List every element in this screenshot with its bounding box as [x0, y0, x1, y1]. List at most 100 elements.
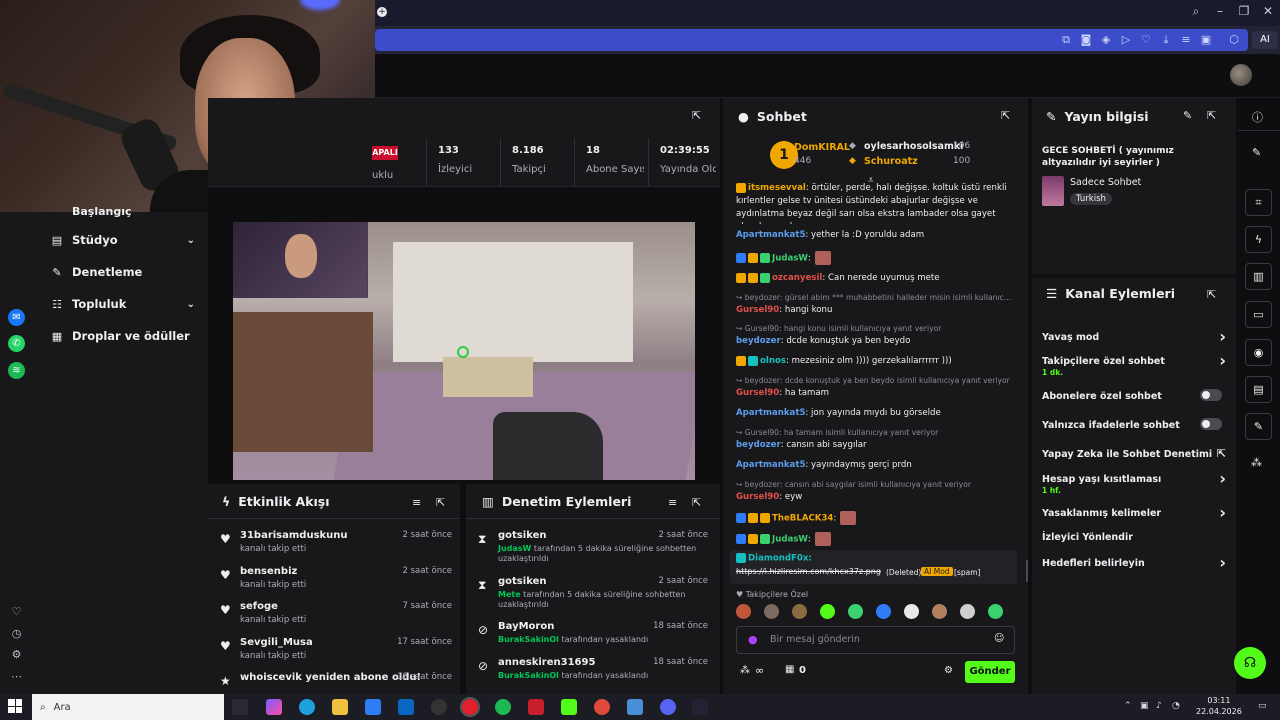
history-icon[interactable]: ◷: [9, 626, 24, 641]
action-row[interactable]: Yasaklanmış kelimeler ›: [1042, 503, 1226, 522]
task-view-icon[interactable]: [232, 699, 248, 715]
app-icon[interactable]: [692, 699, 708, 715]
leaderboard-user-3[interactable]: Schuroatz: [864, 156, 918, 167]
chat-username[interactable]: Gursel90: [736, 388, 779, 398]
leaderboard-user-2[interactable]: oylesarhosolsamki: [864, 141, 963, 152]
filter-icon[interactable]: ≡: [412, 496, 421, 509]
sidebar-item-home[interactable]: Başlangıç: [72, 205, 132, 218]
spotify-icon[interactable]: [495, 699, 511, 715]
whatsapp-icon[interactable]: ✆: [8, 335, 25, 352]
action-row[interactable]: Hedefleri belirleyin ›: [1042, 553, 1226, 572]
popout-icon[interactable]: ⇱: [692, 496, 701, 509]
clock[interactable]: 03:11 22.04.2026: [1196, 695, 1242, 717]
toggle-switch[interactable]: [1200, 389, 1222, 401]
tray-icon[interactable]: ▣: [1140, 701, 1149, 711]
emote-icon[interactable]: [848, 604, 863, 619]
emote-icon[interactable]: [820, 604, 835, 619]
chat-scrollbar[interactable]: [1026, 560, 1028, 582]
game-icon[interactable]: [528, 699, 544, 715]
action-row[interactable]: Takipçilere özel sohbet 1 dk. ›: [1042, 351, 1226, 377]
play-icon[interactable]: ▷: [1118, 32, 1134, 48]
chat-username[interactable]: olnos: [760, 356, 786, 366]
sidebar-item-droplar[interactable]: ▦ Droplar ve ödüller: [50, 326, 195, 346]
chevron-right-icon[interactable]: ›: [1219, 351, 1226, 370]
chevron-right-icon[interactable]: ›: [1219, 503, 1226, 522]
emote-icon[interactable]: [932, 604, 947, 619]
stream-video[interactable]: [233, 222, 695, 480]
search-icon[interactable]: ⌕: [1186, 4, 1206, 19]
heart-icon[interactable]: ♡: [1138, 32, 1154, 48]
messenger-icon[interactable]: ✉: [8, 309, 25, 326]
chat-username[interactable]: beydozer: [736, 336, 781, 346]
copilot-icon[interactable]: [266, 699, 282, 715]
action-row[interactable]: Yapay Zeka ile Sohbet Denetimi ⇱: [1042, 447, 1226, 460]
chat-username[interactable]: TheBLACK34: [772, 514, 833, 524]
external-link-icon[interactable]: ⇱: [1217, 447, 1226, 460]
download-icon[interactable]: ⤓: [1158, 32, 1174, 48]
emote-icon[interactable]: [764, 604, 779, 619]
sidebar-item-topluluk[interactable]: ☷ Topluluk ⌄: [50, 294, 195, 314]
app-icon[interactable]: [627, 699, 643, 715]
emote-icon[interactable]: [736, 604, 751, 619]
chevron-right-icon[interactable]: ›: [1219, 469, 1226, 488]
edge-icon[interactable]: [299, 699, 315, 715]
camera-icon[interactable]: ◙: [1078, 32, 1094, 48]
edit-icon[interactable]: ✎: [1183, 109, 1192, 122]
outlook-icon[interactable]: [398, 699, 414, 715]
popout-icon[interactable]: ⇱: [1001, 109, 1010, 122]
chat-icon[interactable]: ▭: [1245, 301, 1272, 328]
chat-username[interactable]: itsmesevval: [748, 183, 806, 193]
action-row[interactable]: Yavaş mod ›: [1042, 327, 1226, 346]
category-name[interactable]: Sadece Sohbet: [1070, 177, 1141, 188]
chat-username[interactable]: Gursel90: [736, 492, 779, 502]
close-icon[interactable]: ✕: [1258, 4, 1278, 18]
emote-icon[interactable]: [988, 604, 1003, 619]
tag-chip[interactable]: Turkish: [1070, 193, 1112, 205]
new-tab-icon[interactable]: +: [377, 7, 387, 17]
category-thumbnail[interactable]: [1042, 176, 1064, 206]
chat-username[interactable]: JudasW: [772, 535, 808, 545]
broadcast-icon[interactable]: ◉: [1245, 339, 1272, 366]
chat-username[interactable]: Apartmankat5: [736, 230, 805, 240]
connections-icon[interactable]: ⁂: [1251, 456, 1262, 469]
taskbar-search[interactable]: ⌕ Ara: [32, 694, 224, 720]
chevron-right-icon[interactable]: ›: [1219, 327, 1226, 346]
menu-icon[interactable]: ≡: [1178, 32, 1194, 48]
more-icon[interactable]: ⋯: [9, 669, 24, 684]
help-button[interactable]: ☊: [1234, 647, 1266, 679]
spotify-icon[interactable]: ≋: [8, 362, 25, 379]
store-icon[interactable]: [365, 699, 381, 715]
popout-icon[interactable]: ⇱: [1207, 288, 1216, 301]
chat-username[interactable]: Gursel90: [736, 305, 779, 315]
minimize-icon[interactable]: –: [1210, 4, 1230, 18]
action-row[interactable]: Hesap yaşı kısıtlaması 1 hf. ›: [1042, 469, 1226, 495]
clip-icon[interactable]: ⌗: [1245, 189, 1272, 216]
popout-icon[interactable]: ⇱: [692, 109, 701, 122]
emote-icon[interactable]: [876, 604, 891, 619]
notification-icon[interactable]: ▭: [1258, 701, 1267, 711]
info-icon[interactable]: ⓘ: [1252, 109, 1263, 125]
volume-icon[interactable]: ♪: [1156, 701, 1162, 711]
maximize-icon[interactable]: ❐: [1234, 4, 1254, 18]
chat-username[interactable]: beydozer: [736, 440, 781, 450]
action-row[interactable]: Abonelere özel sohbet: [1042, 389, 1226, 402]
ai-button[interactable]: AI: [1252, 31, 1278, 49]
bolt-icon[interactable]: ϟ: [1245, 226, 1272, 253]
user-avatar[interactable]: [1230, 64, 1252, 86]
chat-username[interactable]: JudasW: [772, 254, 808, 264]
app-icon[interactable]: [431, 699, 447, 715]
popout-icon[interactable]: ⇱: [1207, 109, 1216, 122]
chevron-right-icon[interactable]: ›: [1219, 553, 1226, 572]
explorer-icon[interactable]: [332, 699, 348, 715]
send-button[interactable]: Gönder: [965, 661, 1015, 683]
emote-icon[interactable]: [792, 604, 807, 619]
tray-chevron-icon[interactable]: ⌃: [1124, 701, 1132, 711]
external-link-icon[interactable]: ⧉: [1058, 32, 1074, 48]
chat-username[interactable]: Apartmankat5: [736, 408, 805, 418]
mic-icon[interactable]: ●: [748, 633, 758, 646]
discord-icon[interactable]: [660, 699, 676, 715]
document-icon[interactable]: ▥: [1245, 263, 1272, 290]
sidebar-item-studyo[interactable]: ▤ Stüdyo ⌄: [50, 230, 195, 250]
connections-icon[interactable]: ⁂: [740, 665, 750, 676]
wallet-icon[interactable]: ▣: [1198, 32, 1214, 48]
